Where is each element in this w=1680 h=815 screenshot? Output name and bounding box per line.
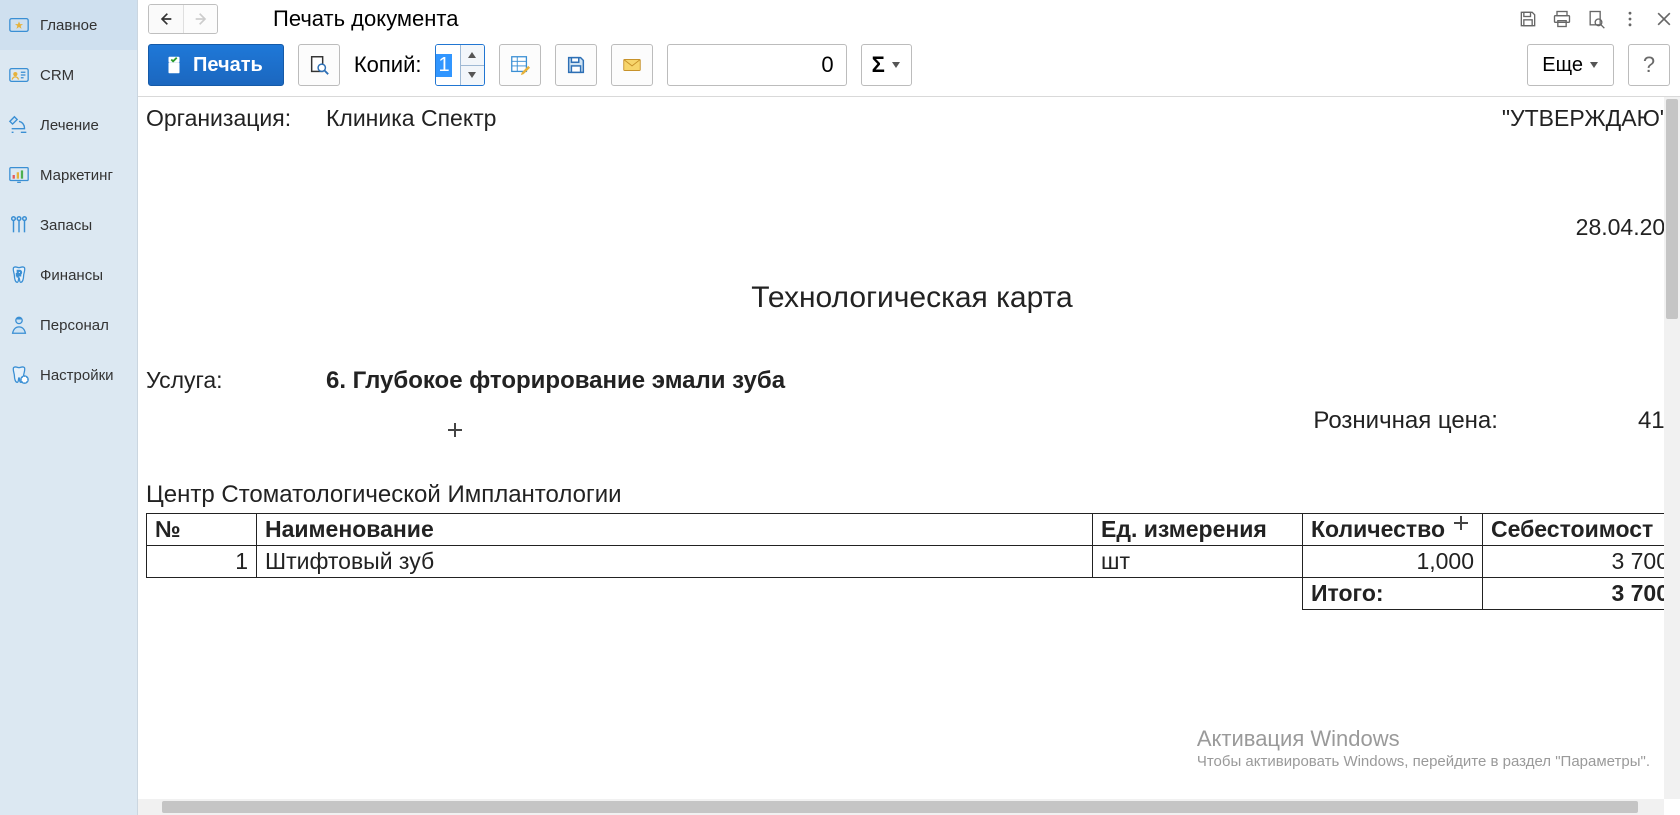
id-card-icon [8,64,30,86]
cell-unit: шт [1093,546,1303,578]
nav-forward-button[interactable] [183,5,217,33]
table-pencil-icon [509,54,531,76]
save-button[interactable] [555,44,597,86]
spinner-down-button[interactable] [461,66,484,86]
sidebar-item-label: Лечение [40,117,99,134]
sidebar-item-label: Персонал [40,317,109,334]
sigma-icon: Σ [872,52,885,78]
sidebar-item-label: Запасы [40,217,92,234]
close-icon[interactable] [1654,9,1674,29]
spinner-up-button[interactable] [461,45,484,66]
print-button[interactable]: Печать [148,44,284,86]
sum-dropdown[interactable]: Σ [861,44,912,86]
cell-qty: 1,000 [1303,546,1483,578]
tooth-ruble-icon: ₽ [8,264,30,286]
organization-label: Организация: [146,105,326,132]
col-no: № [147,514,257,546]
total-value: 3 700 [1483,578,1665,610]
page-search-icon[interactable] [1586,9,1606,29]
email-button[interactable] [611,44,653,86]
table-total-row: Итого: 3 700 [147,578,1665,610]
print-doc-icon [163,54,185,76]
sidebar-item-finance[interactable]: ₽ Финансы [0,250,137,300]
vertical-scrollbar[interactable] [1664,97,1680,799]
staff-icon [8,314,30,336]
tools-icon [8,214,30,236]
page-title: Печать документа [228,6,1508,32]
sidebar-item-stock[interactable]: Запасы [0,200,137,250]
title-bar: Печать документа [138,0,1680,38]
toolbar: Печать Копий: 1 [138,38,1680,97]
horizontal-scrollbar[interactable] [138,799,1664,815]
cell-name: Штифтовый зуб [257,546,1093,578]
sidebar-item-label: Настройки [40,367,114,384]
nav-back-button[interactable] [149,5,183,33]
sidebar-item-label: Маркетинг [40,167,113,184]
arrow-left-icon [158,11,174,27]
more-menu-label: Еще [1542,54,1583,77]
organization-value: Клиника Спектр [326,105,1378,132]
document-body: Организация: Клиника Спектр "УТВЕРЖДАЮ" … [138,97,1664,610]
col-name: Наименование [257,514,1093,546]
diskette-icon [565,54,587,76]
service-label: Услуга: [146,367,326,395]
retail-price-label: Розничная цена: [1313,407,1498,435]
printer-icon[interactable] [1552,9,1572,29]
col-cost: Себестоимост [1483,514,1665,546]
svg-text:₽: ₽ [16,269,22,279]
copies-input[interactable]: 1 [436,45,459,85]
chart-icon [8,164,30,186]
sidebar-item-label: Главное [40,17,97,34]
service-value: 6. Глубокое фторирование эмали зуба [326,367,785,395]
items-table: № Наименование Ед. измерения Количество … [146,513,1664,610]
main-area: Печать документа Печать Копий: [138,0,1680,815]
save-diskette-icon[interactable] [1518,9,1538,29]
more-menu-button[interactable]: Еще [1527,44,1614,86]
print-button-label: Печать [193,54,263,77]
col-unit: Ед. измерения [1093,514,1303,546]
chevron-down-icon [1589,61,1599,69]
cell-cost: 3 700 [1483,546,1665,578]
preview-button[interactable] [298,44,340,86]
sidebar-item-marketing[interactable]: Маркетинг [0,150,137,200]
sidebar-item-settings[interactable]: Настройки [0,350,137,400]
table-row[interactable]: 1 Штифтовый зуб шт 1,000 3 700 [147,546,1665,578]
table-edit-button[interactable] [499,44,541,86]
app-root: Главное CRM Лечение Маркетинг Запасы [0,0,1680,815]
copies-label: Копий: [354,52,422,78]
cursor-plus-icon [448,423,462,437]
star-card-icon [8,14,30,36]
envelope-icon [621,54,643,76]
number-input[interactable] [667,44,847,86]
retail-price-value: 415 [1638,407,1664,435]
document-title: Технологическая карта [146,281,1664,315]
sidebar-item-label: Финансы [40,267,103,284]
copies-spinner[interactable]: 1 [435,44,484,86]
microscope-icon [8,114,30,136]
gear-tooth-icon [8,364,30,386]
sidebar-item-staff[interactable]: Персонал [0,300,137,350]
department-name: Центр Стоматологической Имплантологии [146,481,1664,509]
help-button[interactable]: ? [1628,44,1670,86]
cursor-plus-icon [1454,516,1468,530]
total-label: Итого: [1303,578,1483,610]
arrow-right-icon [193,11,209,27]
document-viewport: Организация: Клиника Спектр "УТВЕРЖДАЮ" … [138,97,1680,815]
kebab-menu-icon[interactable] [1620,9,1640,29]
chevron-down-icon [891,61,901,69]
cell-no: 1 [147,546,257,578]
sidebar-item-treatment[interactable]: Лечение [0,100,137,150]
sidebar-item-label: CRM [40,67,74,84]
nav-prev-next [148,4,218,34]
page-magnifier-icon [308,54,330,76]
col-qty: Количество [1303,514,1483,546]
sidebar-item-crm[interactable]: CRM [0,50,137,100]
document-scroll-area[interactable]: Организация: Клиника Спектр "УТВЕРЖДАЮ" … [138,97,1664,799]
approve-text: "УТВЕРЖДАЮ" [1378,105,1664,132]
sidebar: Главное CRM Лечение Маркетинг Запасы [0,0,138,815]
sidebar-item-main[interactable]: Главное [0,0,137,50]
document-date: 28.04.202 [146,214,1664,241]
